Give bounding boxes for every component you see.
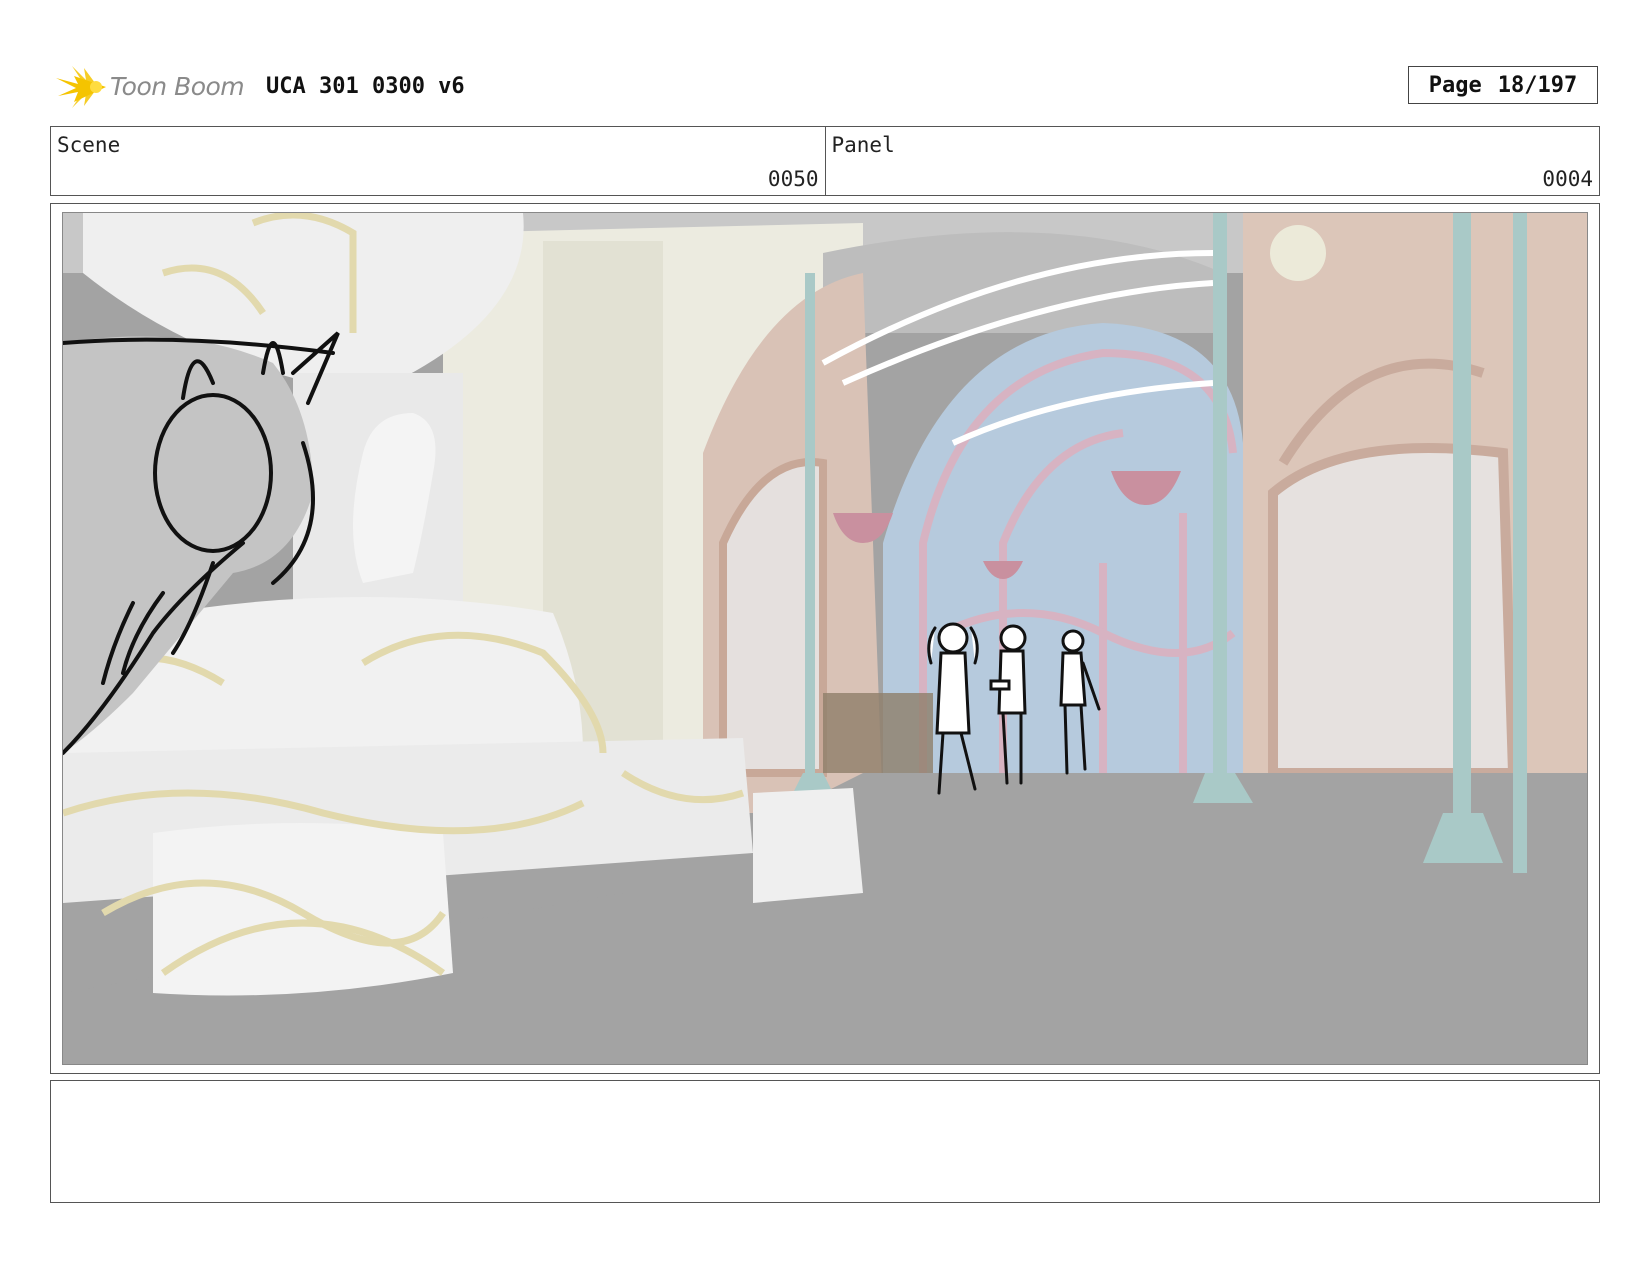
page-label: Page <box>1428 72 1482 98</box>
ceiling-lamp <box>1270 225 1326 281</box>
starburst-icon <box>56 66 106 108</box>
right-alcove <box>1268 443 1519 778</box>
panel-frame <box>50 203 1600 1074</box>
toon-boom-logo: Toon Boom <box>54 60 254 112</box>
logo-text: Toon Boom <box>110 72 245 101</box>
scene-number: 0050 <box>767 167 819 191</box>
bench <box>823 693 933 773</box>
storyboard-header: Toon Boom UCA 301 0300 v6 Page 18/197 <box>50 58 1600 112</box>
project-title: UCA 301 0300 v6 <box>266 74 465 99</box>
scene-panel-row: Scene 0050 Panel 0004 <box>50 126 1600 196</box>
page-counter: Page 18/197 <box>1408 66 1598 104</box>
notes-box <box>50 1080 1600 1203</box>
panel-number: 0004 <box>1542 167 1593 191</box>
panel-cell: Panel 0004 <box>824 127 1600 195</box>
panel-label: Panel <box>831 133 895 157</box>
page-number: 18/197 <box>1497 72 1578 98</box>
storyboard-panel-image <box>62 212 1588 1065</box>
scene-illustration <box>63 213 1587 1064</box>
scene-label: Scene <box>57 133 121 157</box>
scene-cell: Scene 0050 <box>51 127 825 195</box>
